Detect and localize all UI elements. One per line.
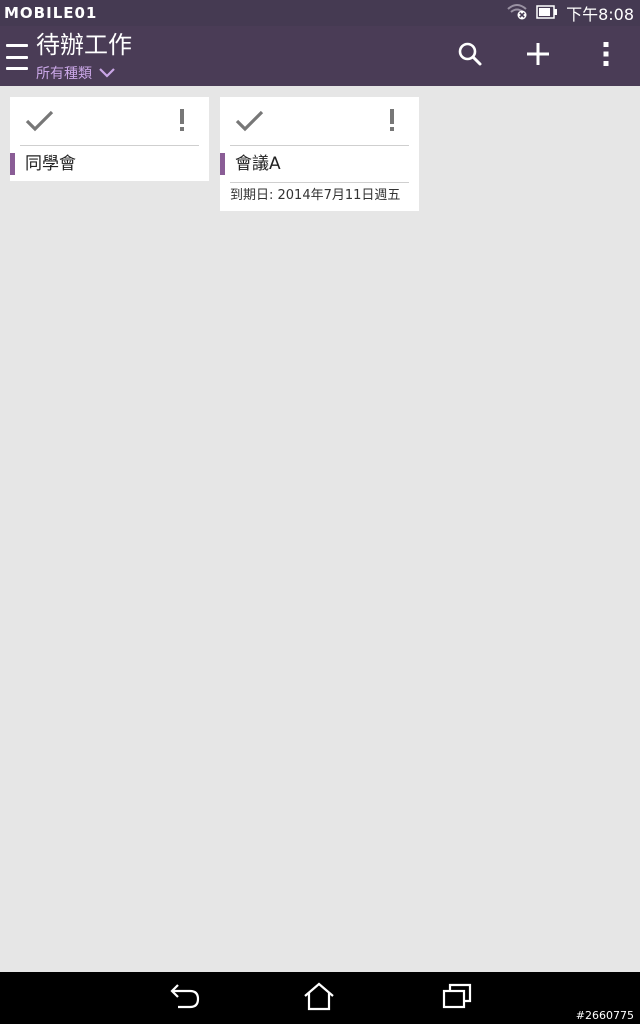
status-bar: MOBILE01 下午8:08 — [0, 0, 640, 26]
priority-exclamation-icon[interactable] — [175, 105, 189, 135]
card-actions — [10, 97, 209, 145]
watermark-logo: MOBILE01 — [4, 4, 98, 22]
add-task-button[interactable] — [516, 36, 560, 76]
post-id-label: #2660775 — [575, 1009, 634, 1022]
card-divider — [230, 182, 409, 183]
card-divider — [230, 145, 409, 146]
menu-icon-line — [6, 44, 28, 47]
priority-exclamation-icon[interactable] — [385, 105, 399, 135]
complete-checkmark-icon[interactable] — [24, 107, 56, 135]
overflow-menu-icon — [602, 41, 610, 71]
recent-apps-icon — [440, 981, 474, 1015]
complete-checkmark-icon[interactable] — [234, 107, 266, 135]
task-title: 同學會 — [10, 153, 76, 175]
task-card[interactable]: 同學會 — [10, 97, 209, 181]
home-button[interactable] — [294, 980, 344, 1016]
page-title: 待辦工作 — [36, 31, 132, 59]
chevron-down-icon — [98, 64, 116, 83]
recent-apps-button[interactable] — [432, 980, 482, 1016]
card-divider — [20, 145, 199, 146]
task-card[interactable]: 會議A 到期日: 2014年7月11日週五 — [220, 97, 419, 211]
search-icon — [457, 41, 483, 71]
back-icon — [168, 981, 202, 1015]
task-due-date: 到期日: 2014年7月11日週五 — [230, 188, 401, 203]
category-dropdown[interactable]: 所有種類 — [36, 62, 116, 84]
back-button[interactable] — [160, 980, 210, 1016]
add-icon — [525, 41, 551, 71]
status-time: 下午8:08 — [566, 5, 634, 24]
category-label: 所有種類 — [36, 66, 92, 82]
home-icon — [302, 981, 336, 1015]
system-nav-bar: #2660775 — [0, 972, 640, 1024]
card-actions — [220, 97, 419, 145]
battery-icon — [536, 4, 558, 23]
menu-icon-line — [6, 55, 28, 59]
search-button[interactable] — [448, 36, 492, 76]
task-title: 會議A — [220, 153, 281, 175]
navigation-drawer-button[interactable] — [6, 44, 28, 70]
wifi-off-icon — [506, 2, 528, 24]
status-icons: 下午8:08 — [506, 0, 634, 26]
menu-icon-line — [6, 67, 28, 70]
app-bar: 待辦工作 所有種類 — [0, 26, 640, 86]
overflow-menu-button[interactable] — [584, 36, 628, 76]
